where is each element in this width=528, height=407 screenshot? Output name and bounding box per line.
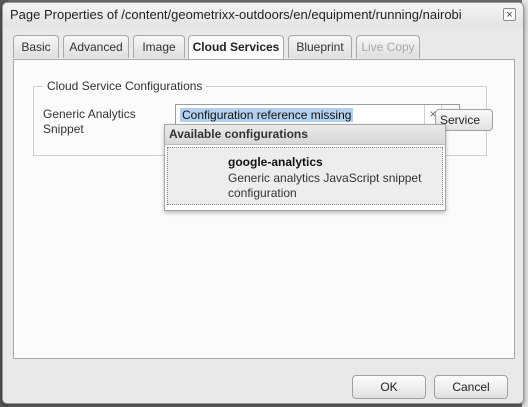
dropdown-header: Available configurations	[165, 125, 445, 145]
tab-blueprint[interactable]: Blueprint	[288, 35, 352, 58]
ok-button[interactable]: OK	[352, 375, 426, 399]
configuration-combobox[interactable]: Configuration reference missing × ▾	[175, 104, 460, 126]
dialog-titlebar[interactable]: Page Properties of /content/geometrixx-o…	[3, 3, 523, 27]
list-item[interactable]: google-analytics Generic analytics JavaS…	[167, 147, 443, 205]
dialog-title: Page Properties of /content/geometrixx-o…	[10, 7, 462, 22]
tab-live-copy: Live Copy	[356, 35, 420, 58]
combobox-value[interactable]: Configuration reference missing	[180, 108, 354, 122]
configuration-description: Generic analytics JavaScript snippet con…	[228, 171, 422, 200]
generic-analytics-label: Generic Analytics Snippet	[43, 107, 136, 136]
tab-basic[interactable]: Basic	[13, 35, 59, 58]
configurations-dropdown: Available configurations google-analytic…	[164, 124, 446, 211]
cancel-button[interactable]: Cancel	[434, 375, 508, 399]
configuration-name: google-analytics	[228, 155, 323, 169]
close-icon[interactable]: ×	[503, 8, 516, 21]
tab-advanced[interactable]: Advanced	[63, 35, 129, 58]
tab-cloud-services[interactable]: Cloud Services	[188, 35, 284, 60]
tab-image[interactable]: Image	[133, 35, 185, 58]
fieldset-legend: Cloud Service Configurations	[43, 79, 207, 93]
